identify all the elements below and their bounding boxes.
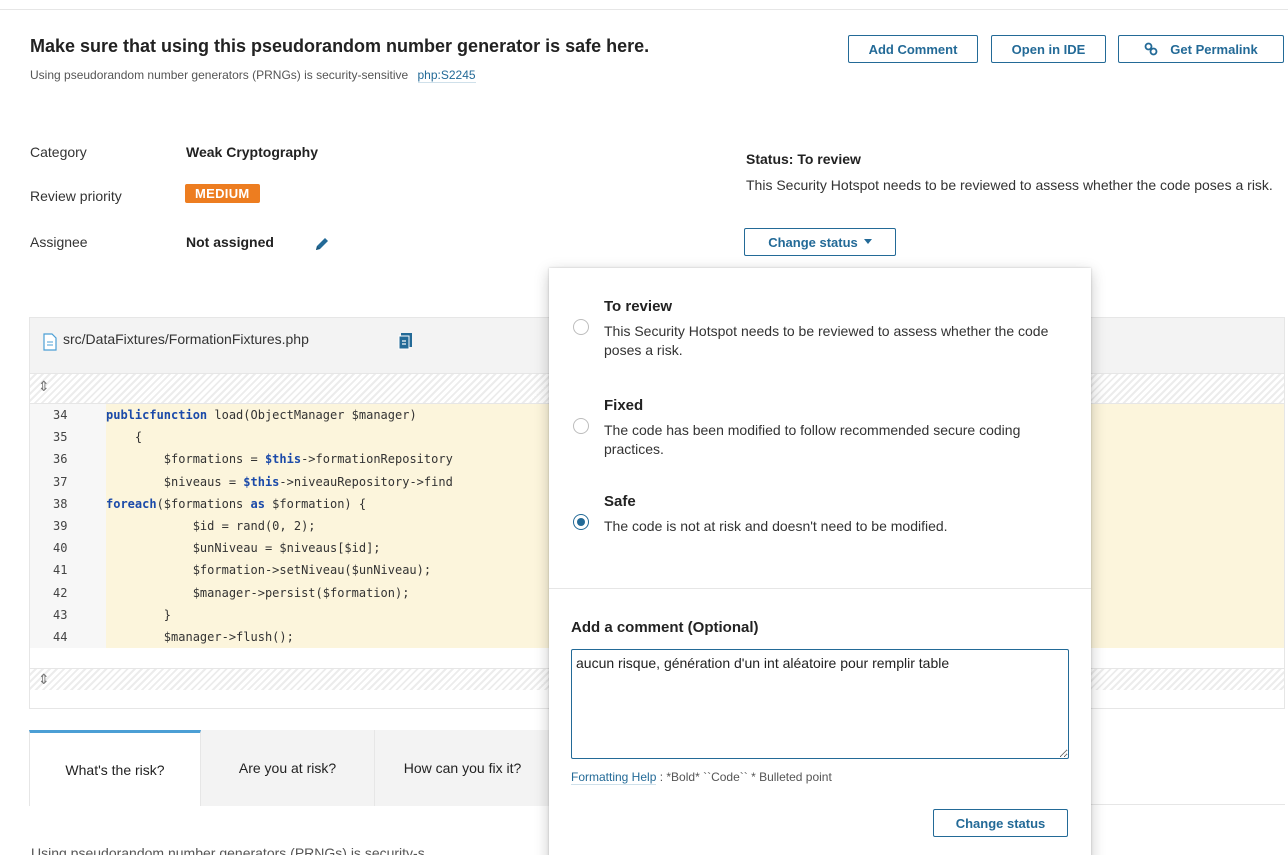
- rule-key-link[interactable]: php:S2245: [417, 68, 476, 83]
- hotspot-subtitle: Using pseudorandom number generators (PR…: [30, 68, 476, 83]
- change-status-label: Change status: [768, 234, 858, 250]
- link-icon: [1144, 42, 1158, 56]
- expand-icon[interactable]: ⇕: [38, 671, 52, 687]
- assignee-value: Not assigned: [186, 234, 274, 250]
- tab-whats-the-risk[interactable]: What's the risk?: [29, 730, 201, 806]
- line-number: 44: [30, 625, 106, 649]
- priority-label: Review priority: [30, 188, 122, 204]
- radio-fixed[interactable]: [573, 418, 589, 434]
- risk-description-text: Using pseudorandom number generators (PR…: [31, 845, 425, 855]
- priority-badge: MEDIUM: [185, 184, 260, 203]
- submit-change-status-button[interactable]: Change status: [933, 809, 1068, 837]
- get-permalink-button[interactable]: Get Permalink: [1118, 35, 1284, 63]
- option-description: The code is not at risk and doesn't need…: [604, 518, 948, 534]
- tab-how-can-you-fix-it[interactable]: How can you fix it?: [375, 730, 551, 806]
- radio-to-review[interactable]: [573, 319, 589, 335]
- option-description: This Security Hotspot needs to be review…: [604, 323, 1049, 358]
- caret-down-icon: [863, 239, 872, 244]
- option-title: Safe: [604, 493, 636, 510]
- open-in-ide-button[interactable]: Open in IDE: [991, 35, 1106, 63]
- change-status-popup: To review This Security Hotspot needs to…: [549, 268, 1091, 855]
- comment-textarea[interactable]: aucun risque, génération d'un int aléato…: [571, 649, 1069, 759]
- option-description: The code has been modified to follow rec…: [604, 422, 1021, 457]
- option-title: To review: [604, 298, 673, 315]
- option-title: Fixed: [604, 397, 644, 414]
- line-number: 35: [30, 426, 106, 449]
- category-label: Category: [30, 144, 87, 160]
- line-number: 34: [30, 404, 106, 427]
- file-path: src/DataFixtures/FormationFixtures.php: [63, 331, 309, 347]
- top-border: [0, 0, 1288, 10]
- comment-label: Add a comment (Optional): [571, 619, 759, 636]
- line-number: 36: [30, 448, 106, 471]
- assignee-label: Assignee: [30, 234, 88, 250]
- pencil-icon[interactable]: [313, 235, 331, 253]
- formatting-hints: : *Bold* ``Code`` * Bulleted point: [659, 770, 832, 784]
- line-number: 42: [30, 581, 106, 604]
- formatting-help: Formatting Help : *Bold* ``Code`` * Bull…: [571, 770, 832, 785]
- status-title: Status: To review: [746, 151, 861, 167]
- tab-are-you-at-risk[interactable]: Are you at risk?: [201, 730, 375, 806]
- line-number: 38: [30, 492, 106, 515]
- status-description: This Security Hotspot needs to be review…: [746, 177, 1273, 193]
- line-number: 43: [30, 603, 106, 626]
- change-status-dropdown-button[interactable]: Change status: [744, 228, 896, 256]
- copy-path-icon[interactable]: [398, 332, 414, 350]
- expand-icon[interactable]: ⇕: [38, 378, 52, 394]
- add-comment-button[interactable]: Add Comment: [848, 35, 978, 63]
- formatting-help-link[interactable]: Formatting Help: [571, 770, 657, 785]
- get-permalink-label: Get Permalink: [1170, 41, 1258, 57]
- line-number: 37: [30, 470, 106, 493]
- line-number: 39: [30, 514, 106, 538]
- line-number: 40: [30, 537, 106, 560]
- file-icon: [43, 333, 57, 351]
- popup-divider: [549, 588, 1091, 589]
- category-value: Weak Cryptography: [186, 144, 318, 160]
- hotspot-title: Make sure that using this pseudorandom n…: [30, 36, 650, 56]
- line-number: 41: [30, 559, 106, 582]
- hotspot-subtitle-text: Using pseudorandom number generators (PR…: [30, 68, 409, 82]
- radio-safe[interactable]: [573, 514, 589, 530]
